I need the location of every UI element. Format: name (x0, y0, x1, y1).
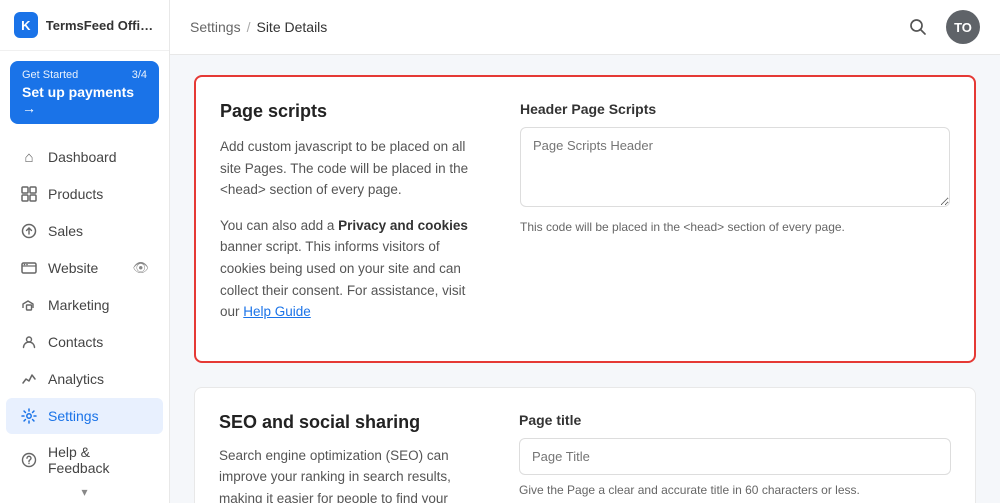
products-icon (20, 185, 38, 203)
page-title-input[interactable] (519, 438, 951, 475)
sales-icon (20, 222, 38, 240)
page-scripts-title: Page scripts (220, 101, 480, 122)
sidebar-nav: ⌂ Dashboard Products Sales Website 👁 (0, 130, 169, 481)
sidebar-item-label: Contacts (48, 334, 103, 350)
seo-card: SEO and social sharing Search engine opt… (194, 387, 976, 503)
sidebar-item-label: Dashboard (48, 149, 117, 165)
sidebar-item-marketing[interactable]: Marketing (6, 287, 163, 323)
sidebar-item-products[interactable]: Products (6, 176, 163, 212)
avatar[interactable]: TO (946, 10, 980, 44)
app-logo-icon: K (14, 12, 38, 38)
page-scripts-desc1: Add custom javascript to be placed on al… (220, 136, 480, 201)
marketing-icon (20, 296, 38, 314)
seo-title: SEO and social sharing (219, 412, 479, 433)
sidebar-item-help[interactable]: Help & Feedback (6, 435, 163, 481)
help-guide-link[interactable]: Help Guide (243, 304, 311, 319)
settings-icon (20, 407, 38, 425)
sidebar-logo[interactable]: K TermsFeed Office... (0, 0, 169, 51)
seo-left: SEO and social sharing Search engine opt… (219, 412, 479, 503)
sidebar-item-label: Help & Feedback (48, 444, 149, 476)
breadcrumb: Settings / Site Details (190, 19, 327, 35)
banner-fraction: 3/4 (132, 69, 147, 81)
help-icon (20, 451, 38, 469)
sidebar-item-sales[interactable]: Sales (6, 213, 163, 249)
page-scripts-desc2: You can also add a Privacy and cookies b… (220, 215, 480, 323)
sidebar-item-website[interactable]: Website 👁 (6, 250, 163, 286)
website-icon (20, 259, 38, 277)
header-scripts-label: Header Page Scripts (520, 101, 950, 117)
banner-label: Get Started (22, 69, 78, 81)
breadcrumb-separator: / (247, 19, 251, 35)
eye-icon[interactable]: 👁 (132, 260, 149, 276)
seo-right: Page title Give the Page a clear and acc… (519, 412, 951, 503)
sidebar-item-label: Products (48, 186, 103, 202)
page-scripts-card: Page scripts Add custom javascript to be… (194, 75, 976, 363)
topbar: Settings / Site Details TO (170, 0, 1000, 55)
desc2-bold: Privacy and cookies (338, 218, 468, 233)
setup-payments-banner[interactable]: Get Started 3/4 Set up payments → (10, 61, 159, 124)
banner-cta[interactable]: Set up payments → (22, 84, 147, 116)
desc2-prefix: You can also add a (220, 218, 338, 233)
sidebar-item-contacts[interactable]: Contacts (6, 324, 163, 360)
seo-desc: Search engine optimization (SEO) can imp… (219, 445, 479, 503)
textarea-hint: This code will be placed in the <head> s… (520, 220, 950, 234)
sidebar-item-label: Analytics (48, 371, 104, 387)
page-scripts-left: Page scripts Add custom javascript to be… (220, 101, 480, 337)
breadcrumb-current: Site Details (256, 19, 327, 35)
sidebar-item-dashboard[interactable]: ⌂ Dashboard (6, 139, 163, 175)
scroll-indicator: ▾ (0, 481, 169, 503)
sidebar-item-label: Settings (48, 408, 99, 424)
search-button[interactable] (902, 11, 934, 43)
page-scripts-textarea[interactable] (520, 127, 950, 207)
sidebar: K TermsFeed Office... Get Started 3/4 Se… (0, 0, 170, 503)
sidebar-item-label: Website (48, 260, 98, 276)
sidebar-item-analytics[interactable]: Analytics (6, 361, 163, 397)
analytics-icon (20, 370, 38, 388)
topbar-actions: TO (902, 10, 980, 44)
sidebar-item-label: Marketing (48, 297, 109, 313)
sidebar-item-settings[interactable]: Settings (6, 398, 163, 434)
page-title-label: Page title (519, 412, 951, 428)
page-scripts-right: Header Page Scripts This code will be pl… (520, 101, 950, 337)
app-name: TermsFeed Office... (46, 18, 155, 33)
contacts-icon (20, 333, 38, 351)
page-title-hint: Give the Page a clear and accurate title… (519, 483, 951, 497)
dashboard-icon: ⌂ (20, 148, 38, 166)
main-area: Settings / Site Details TO Page scripts … (170, 0, 1000, 503)
sidebar-item-label: Sales (48, 223, 83, 239)
breadcrumb-root[interactable]: Settings (190, 19, 241, 35)
content-area: Page scripts Add custom javascript to be… (170, 55, 1000, 503)
